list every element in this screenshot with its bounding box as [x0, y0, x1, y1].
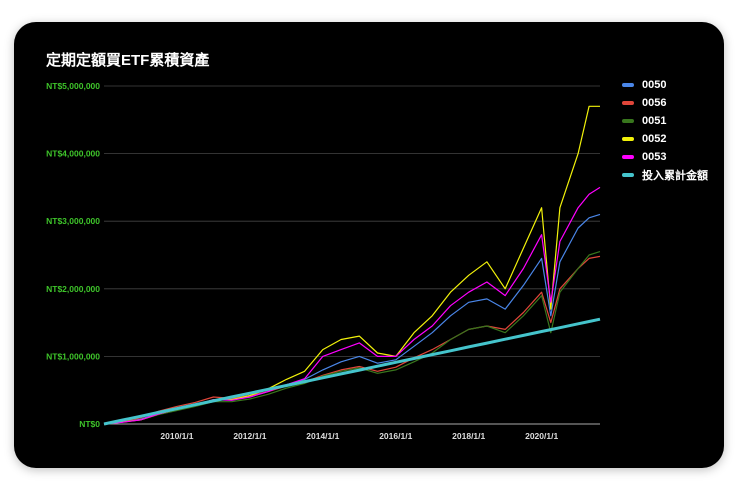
legend-swatch [622, 119, 634, 123]
legend-item[interactable]: 0050 [622, 76, 708, 94]
x-tick-label: 2018/1/1 [452, 431, 485, 441]
legend-item[interactable]: 0053 [622, 148, 708, 166]
legend-swatch [622, 155, 634, 159]
legend-item[interactable]: 0051 [622, 112, 708, 130]
legend-label: 0056 [642, 97, 667, 109]
legend-label: 0053 [642, 151, 667, 163]
x-tick-label: 2012/1/1 [233, 431, 266, 441]
legend-label: 0052 [642, 133, 667, 145]
legend: 0050 0056 0051 0052 0053 投入累計金額 [622, 76, 708, 184]
line-chart: NT$0 NT$1,000,000 NT$2,000,000 NT$3,000,000… [46, 81, 601, 441]
legend-label: 投入累計金額 [642, 170, 708, 182]
y-tick-label: NT$5,000,000 [46, 81, 100, 91]
y-tick-label: NT$2,000,000 [46, 284, 100, 294]
legend-item[interactable]: 0056 [622, 94, 708, 112]
series-line-0050 [103, 213, 601, 425]
x-tick-label: 2010/1/1 [160, 431, 193, 441]
y-tick-label: NT$0 [79, 419, 100, 429]
legend-label: 0051 [642, 115, 667, 127]
x-tick-label: 2020/1/1 [525, 431, 558, 441]
series-line-投入累計金額 [103, 317, 601, 426]
legend-swatch [622, 173, 634, 177]
y-tick-label: NT$1,000,000 [46, 351, 100, 361]
x-tick-label: 2014/1/1 [306, 431, 339, 441]
x-tick-label: 2016/1/1 [379, 431, 412, 441]
legend-swatch [622, 101, 634, 105]
legend-item[interactable]: 投入累計金額 [622, 166, 708, 184]
legend-label: 0050 [642, 79, 667, 91]
legend-swatch [622, 137, 634, 141]
y-tick-label: NT$3,000,000 [46, 216, 100, 226]
series-line-0053 [103, 186, 601, 425]
legend-swatch [622, 83, 634, 87]
legend-item[interactable]: 0052 [622, 130, 708, 148]
y-tick-label: NT$4,000,000 [46, 149, 100, 159]
